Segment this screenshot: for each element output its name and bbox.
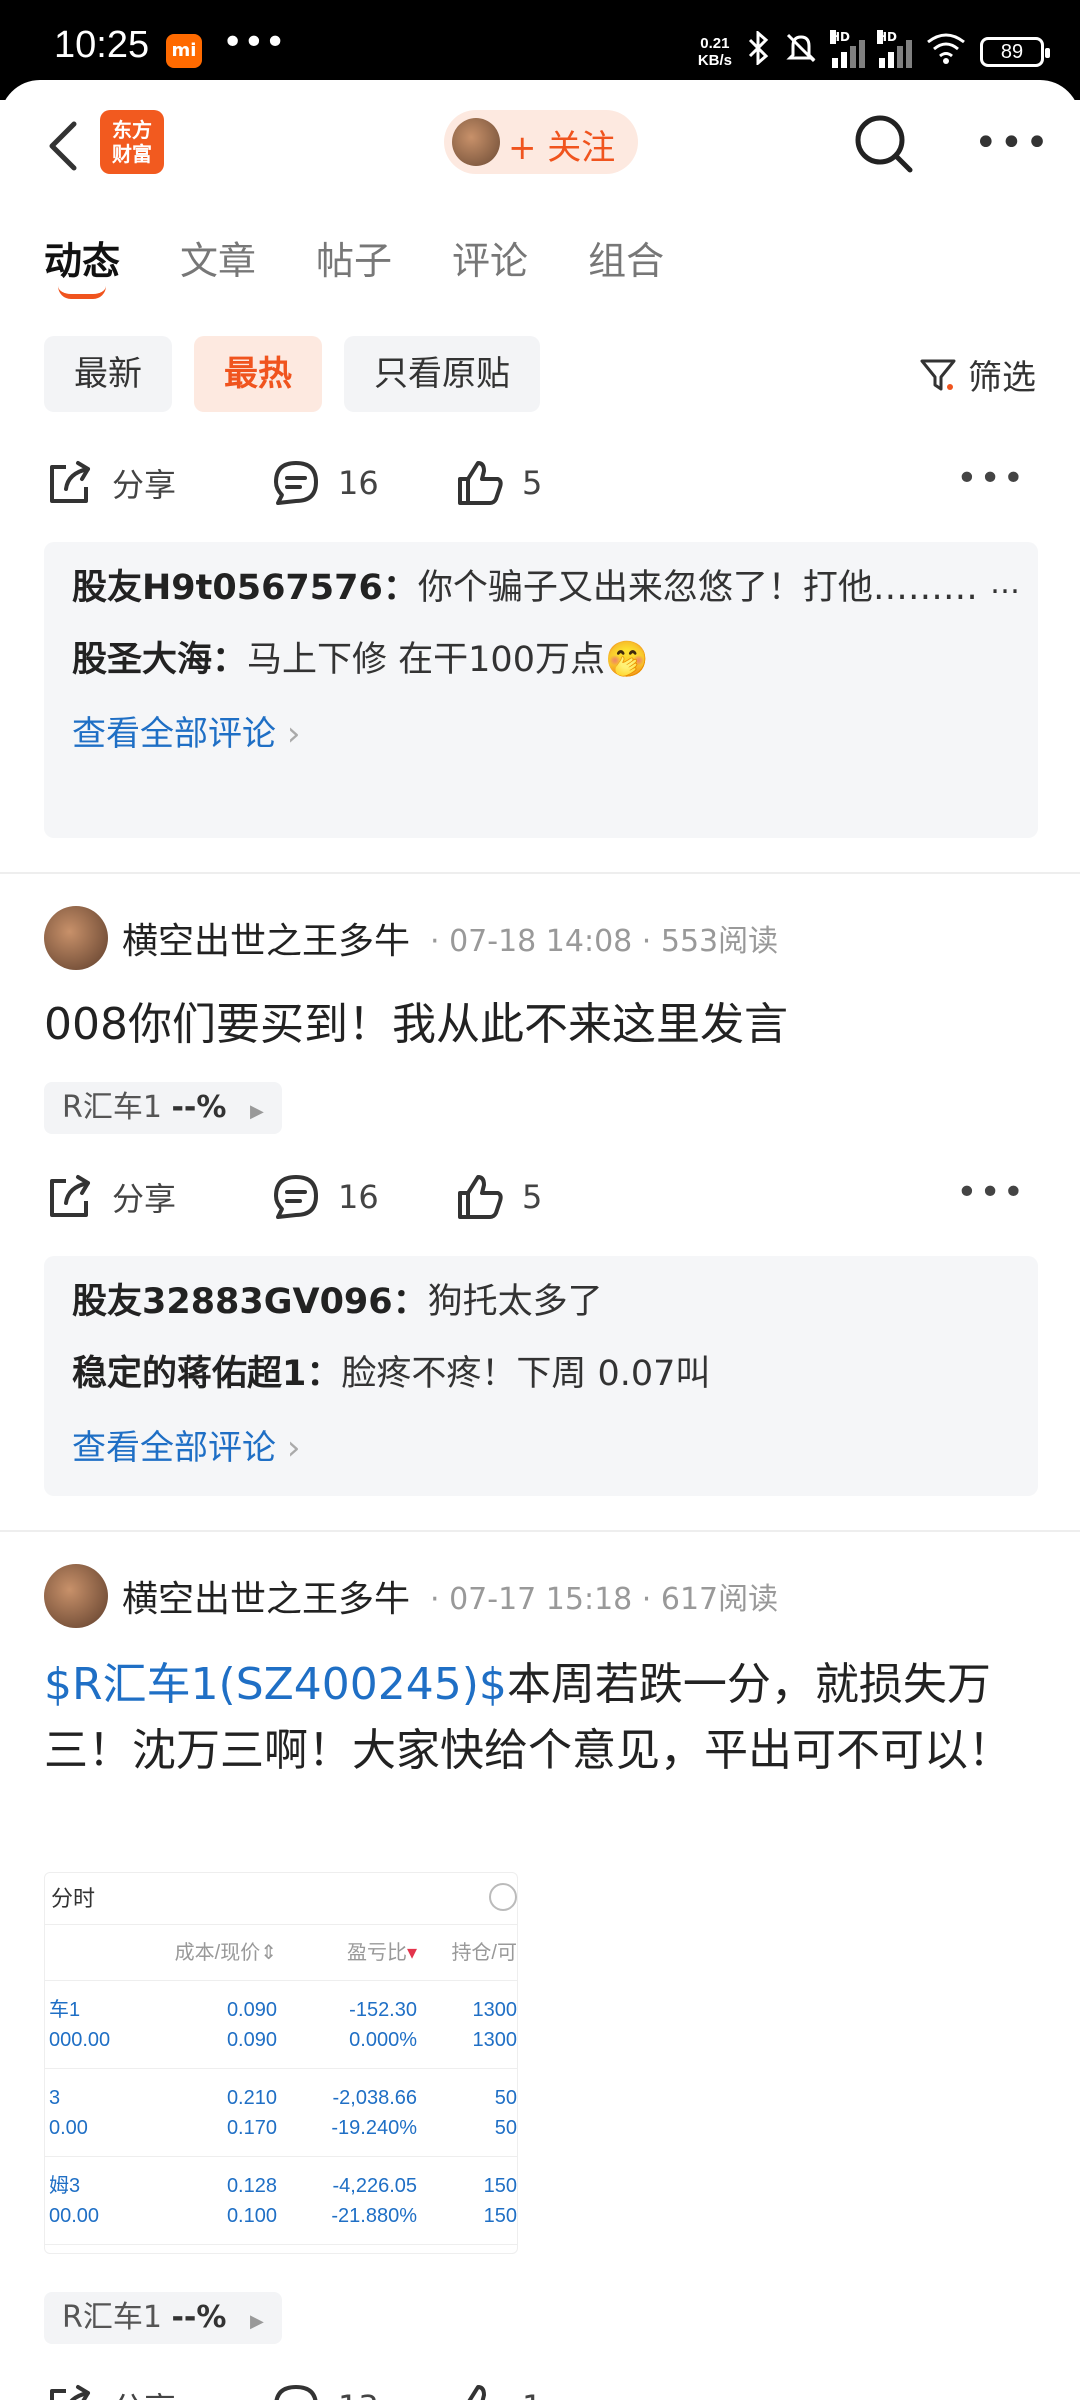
table-row: 车1 000.00 0.090 0.090 -152.30 0.000% 1300 13… <box>45 1981 517 2069</box>
post-meta: · 07-17 15:18 · 617阅读 <box>430 1582 779 1617</box>
tab-articles[interactable]: 文章 <box>180 230 256 285</box>
action-row: 分享 13 1 <box>44 2372 1036 2400</box>
mi-notification-icon: mi <box>166 34 202 68</box>
share-icon <box>50 1175 90 1217</box>
signal-icon-2: HD <box>877 30 912 68</box>
comment-preview-box: 股友32883GV096：狗托太多了 稳定的蒋佑超1：脸疼不疼！下周 0.07叫… <box>44 1256 1038 1496</box>
refresh-icon <box>489 1883 517 1911</box>
filter-label: 筛选 <box>968 358 1036 398</box>
view-all-comments-link[interactable]: 查看全部评论 › <box>72 706 1010 755</box>
share-button[interactable]: 分享 <box>44 1162 176 1232</box>
chip-latest[interactable]: 最新 <box>44 336 172 412</box>
chip-hottest[interactable]: 最热 <box>194 336 322 412</box>
comment-icon <box>274 1175 318 1219</box>
filter-button[interactable]: 筛选 <box>918 350 1036 399</box>
avatar <box>452 118 500 166</box>
post-body[interactable]: $R汇车1(SZ400245)$本周若跌一分，就损失万三！沈万三啊！大家快给个意… <box>44 1652 1044 1784</box>
more-options-icon[interactable]: ••• <box>956 458 1026 499</box>
tab-comments[interactable]: 评论 <box>452 230 528 285</box>
sort-chips: 最新 最热 只看原贴 <box>44 336 540 412</box>
comment-button[interactable]: 16 <box>270 1162 379 1232</box>
chip-original-only[interactable]: 只看原贴 <box>344 336 540 412</box>
stock-tag[interactable]: R汇车1 --% ▶ <box>44 1082 282 1134</box>
comment-preview-box: 股友H9t0567576：你个骗子又出来忽悠了！打他……… … 股圣大海：马上下… <box>44 542 1038 838</box>
avatar[interactable] <box>44 906 108 970</box>
search-icon[interactable] <box>850 110 916 176</box>
play-arrow-icon: ▶ <box>250 1101 264 1122</box>
like-button[interactable]: 1 <box>454 2372 542 2400</box>
comment-item[interactable]: 股友32883GV096：狗托太多了 <box>72 1276 1010 1328</box>
chevron-right-icon: › <box>286 714 301 754</box>
mute-bell-icon <box>784 31 818 73</box>
author-name[interactable]: 横空出世之王多牛 <box>122 912 410 964</box>
image-table-header: 成本/现价⇕ 盈亏比▾ 持仓/可 <box>45 1925 517 1981</box>
play-arrow-icon: ▶ <box>250 2311 264 2332</box>
comment-button[interactable]: 13 <box>270 2372 379 2400</box>
share-button[interactable]: 分享 <box>44 2372 176 2400</box>
back-button[interactable] <box>44 118 84 174</box>
share-button[interactable]: 分享 <box>44 448 176 518</box>
signal-icon: HD <box>830 30 865 68</box>
network-speed: 0.21 KB/s <box>697 35 732 69</box>
action-row: 分享 16 5 ••• <box>44 448 1036 518</box>
thumbs-up-icon <box>458 461 503 505</box>
comment-item[interactable]: 股圣大海：马上下修 在干100万点🤭 <box>72 634 1010 686</box>
comment-item[interactable]: 股友H9t0567576：你个骗子又出来忽悠了！打他……… … <box>72 562 1020 614</box>
post-image[interactable]: 分时 成本/现价⇕ 盈亏比▾ 持仓/可 车1 000.00 0.090 0.090 … <box>44 1872 518 2254</box>
battery-icon: 89 <box>980 37 1050 67</box>
chevron-right-icon: › <box>286 1428 301 1468</box>
table-row: 3 0.00 0.210 0.170 -2,038.66 -19.240% 50 50 <box>45 2069 517 2157</box>
like-button[interactable]: 5 <box>454 448 542 518</box>
clock: 10:25 <box>54 24 150 66</box>
wifi-icon <box>926 32 966 72</box>
stock-tag[interactable]: R汇车1 --% ▶ <box>44 2292 282 2344</box>
follow-button[interactable]: + 关注 <box>444 110 638 174</box>
share-icon <box>50 2385 90 2400</box>
tab-dynamics[interactable]: 动态 <box>44 230 120 299</box>
stock-link[interactable]: $R汇车1(SZ400245)$ <box>44 1659 507 1710</box>
tab-bar: 动态 文章 帖子 评论 组合 <box>44 230 664 299</box>
more-menu-icon[interactable]: ••• <box>974 120 1051 166</box>
comment-icon <box>274 2385 318 2400</box>
status-icons: 0.21 KB/s HD HD 89 <box>697 29 1050 74</box>
tab-portfolio[interactable]: 组合 <box>588 230 664 285</box>
table-row: 姆3 00.00 0.128 0.100 -4,226.05 -21.880% 150… <box>45 2157 517 2245</box>
thumbs-up-icon <box>467 2385 486 2400</box>
action-row: 分享 16 5 ••• <box>44 1162 1036 1232</box>
bluetooth-icon <box>746 29 770 73</box>
more-notifications-icon: ••• <box>222 22 286 63</box>
share-icon <box>50 461 90 503</box>
ellipsis-icon: … <box>990 566 1020 601</box>
view-all-comments-link[interactable]: 查看全部评论 › <box>72 1420 1010 1469</box>
like-button[interactable]: 5 <box>454 1162 542 1232</box>
comment-item[interactable]: 稳定的蒋佑超1：脸疼不疼！下周 0.07叫 <box>72 1348 1010 1400</box>
image-header: 分时 <box>45 1873 517 1925</box>
divider <box>0 872 1080 874</box>
post-header: 横空出世之王多牛 · 07-18 14:08 · 553阅读 <box>44 906 778 970</box>
thumbs-up-icon <box>458 1175 503 1219</box>
more-options-icon[interactable]: ••• <box>956 1172 1026 1213</box>
follow-label: + 关注 <box>508 128 616 168</box>
post-body[interactable]: 008你们要买到！我从此不来这里发言 <box>44 992 1044 1058</box>
eastmoney-logo: 东方 财富 <box>100 110 164 174</box>
avatar[interactable] <box>44 1564 108 1628</box>
divider <box>0 1530 1080 1532</box>
post-meta: · 07-18 14:08 · 553阅读 <box>430 924 779 959</box>
post-header: 横空出世之王多牛 · 07-17 15:18 · 617阅读 <box>44 1564 778 1628</box>
comment-icon <box>274 461 318 505</box>
tab-posts[interactable]: 帖子 <box>316 230 392 285</box>
comment-button[interactable]: 16 <box>270 448 379 518</box>
author-name[interactable]: 横空出世之王多牛 <box>122 1570 410 1622</box>
filter-icon <box>920 359 956 390</box>
